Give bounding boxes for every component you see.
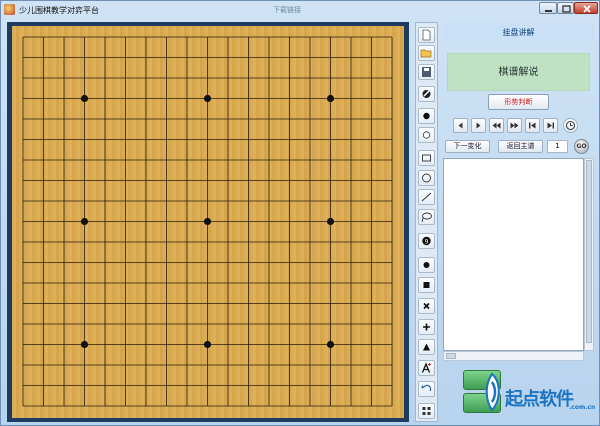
plus-mark-icon — [423, 323, 430, 331]
rectangle-tool[interactable] — [418, 150, 435, 166]
white-stone-icon — [422, 131, 431, 139]
minimize-button[interactable] — [539, 2, 557, 14]
eraser-icon — [422, 90, 431, 98]
open-folder-icon — [420, 49, 432, 58]
go-button[interactable]: GO — [574, 139, 589, 154]
commentary-textarea[interactable] — [443, 158, 584, 351]
board-grid — [22, 36, 393, 407]
fast-forward-icon — [510, 122, 519, 129]
line-tool[interactable] — [418, 189, 435, 205]
clock-icon — [566, 121, 575, 130]
number-stone-icon: 9 — [422, 236, 431, 245]
go-board[interactable] — [12, 26, 404, 418]
x-mark-tool[interactable] — [418, 298, 435, 314]
triangle-mark-icon — [423, 343, 430, 351]
eraser-tool[interactable] — [418, 86, 435, 102]
new-file-icon — [422, 29, 431, 41]
star-point — [326, 340, 335, 349]
horizontal-scrollbar[interactable] — [443, 351, 584, 361]
rewind-icon — [492, 122, 501, 129]
move-number-input[interactable]: 1 — [547, 140, 568, 153]
plus-mark-tool[interactable] — [418, 319, 435, 335]
maximize-icon — [562, 5, 571, 13]
save-tool[interactable] — [418, 64, 435, 80]
dot-mark-icon — [423, 262, 430, 268]
lasso-tool[interactable] — [418, 209, 435, 225]
text-label-tool[interactable] — [418, 360, 435, 376]
next-button[interactable] — [471, 118, 486, 133]
open-tool[interactable] — [418, 45, 435, 61]
new-file-tool[interactable] — [418, 27, 435, 43]
grid-icon — [422, 407, 431, 415]
undo-tool[interactable] — [418, 381, 435, 397]
app-icon — [4, 4, 15, 15]
lecture-panel: 挂盘讲解 棋谱解说 形势判断 下一变化 返回主谱 1 GO — [443, 22, 594, 422]
vertical-scroll-thumb[interactable] — [586, 160, 592, 343]
triangle-mark-tool[interactable] — [418, 339, 435, 355]
triangle-right-icon — [476, 122, 481, 129]
white-stone-tool[interactable] — [418, 127, 435, 143]
black-stone-icon — [423, 112, 430, 120]
grid-tool[interactable] — [418, 403, 435, 419]
text-label-icon — [421, 362, 431, 373]
line-icon — [421, 192, 432, 202]
skip-start-icon — [529, 122, 536, 129]
maximize-button[interactable] — [557, 2, 574, 14]
commentary-title: 棋谱解说 — [447, 53, 590, 91]
ellipse-icon — [422, 173, 431, 183]
horizontal-scroll-thumb[interactable] — [446, 353, 456, 359]
star-point — [326, 94, 335, 103]
watermark-logo — [485, 372, 500, 412]
star-point — [80, 340, 89, 349]
square-mark-tool[interactable] — [418, 277, 435, 293]
star-point — [326, 217, 335, 226]
panel-header: 挂盘讲解 — [443, 22, 594, 44]
black-stone-tool[interactable] — [418, 108, 435, 124]
star-point — [203, 340, 212, 349]
first-move-button[interactable] — [525, 118, 540, 133]
lasso-icon — [421, 212, 432, 223]
undo-icon — [421, 384, 432, 392]
prev-button[interactable] — [453, 118, 468, 133]
title-bar: 少儿围棋教学对弈平台 下载链接 — [1, 1, 599, 19]
rectangle-icon — [422, 154, 431, 162]
watermark-text: 起点软件 — [505, 389, 574, 410]
square-mark-icon — [423, 282, 430, 288]
judge-position-button[interactable]: 形势判断 — [488, 94, 549, 110]
close-button[interactable] — [574, 2, 598, 14]
x-mark-icon — [423, 302, 430, 310]
last-move-button[interactable] — [543, 118, 558, 133]
vertical-scrollbar[interactable] — [584, 158, 594, 351]
skip-end-icon — [547, 122, 554, 129]
next-variation-button[interactable]: 下一变化 — [445, 140, 490, 153]
ellipse-tool[interactable] — [418, 170, 435, 186]
star-point — [80, 217, 89, 226]
dot-mark-tool[interactable] — [418, 257, 435, 273]
minimize-icon — [545, 10, 552, 12]
close-icon — [583, 5, 591, 13]
back-to-main-button[interactable]: 返回主谱 — [498, 140, 543, 153]
fast-back-button[interactable] — [489, 118, 504, 133]
window-title: 少儿围棋教学对弈平台 — [19, 6, 99, 15]
tool-palette: 9 — [415, 22, 438, 422]
autoplay-button[interactable] — [563, 118, 578, 133]
watermark-subtext: .com.cn — [569, 404, 596, 411]
star-point — [203, 94, 212, 103]
star-point — [80, 94, 89, 103]
fast-forward-button[interactable] — [507, 118, 522, 133]
save-icon — [422, 67, 431, 77]
app-window: 少儿围棋教学对弈平台 下载链接 9 挂盘讲解 棋谱解说 形势判断 下一变化 返回… — [0, 0, 600, 426]
number-stone-tool[interactable]: 9 — [418, 233, 435, 249]
star-point — [203, 217, 212, 226]
title-center-label: 下载链接 — [273, 6, 301, 14]
triangle-left-icon — [458, 122, 463, 129]
svg-text:9: 9 — [425, 238, 429, 245]
